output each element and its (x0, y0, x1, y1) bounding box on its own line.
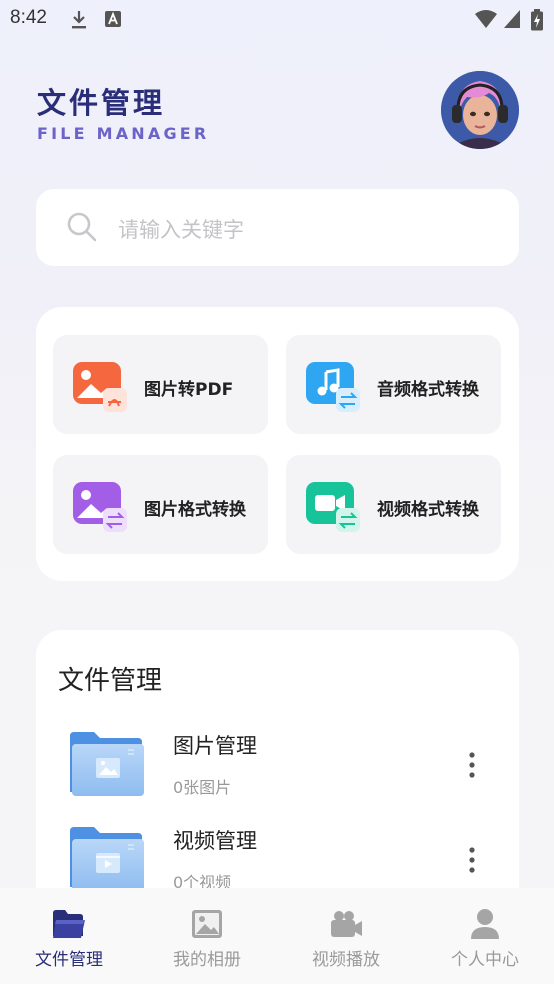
file-count: 0张图片 (173, 778, 232, 797)
image-convert-icon (73, 482, 127, 532)
nav-item-video[interactable]: 视频播放 (277, 888, 415, 984)
bottom-nav: 文件管理 我的相册 视频播放 个人中心 (0, 888, 554, 984)
avatar-image-icon (441, 71, 519, 149)
folder-icon (53, 910, 85, 938)
signal-icon (504, 10, 520, 28)
image-to-pdf-icon (73, 362, 127, 412)
tool-audio-convert[interactable]: 音频格式转换 (286, 335, 501, 434)
video-convert-icon (306, 482, 360, 532)
person-icon (471, 909, 499, 939)
nav-label: 我的相册 (173, 950, 241, 970)
avatar[interactable] (441, 71, 519, 149)
tool-label: 图片格式转换 (144, 500, 246, 520)
video-camera-icon (331, 911, 362, 937)
nav-label: 视频播放 (312, 950, 380, 970)
file-name: 图片管理 (173, 734, 257, 758)
download-icon (72, 11, 86, 29)
status-bar: 8:42 (0, 0, 554, 40)
tool-label: 视频格式转换 (377, 500, 479, 520)
search-input[interactable]: 请输入关键字 (118, 214, 244, 244)
tool-image-convert[interactable]: 图片格式转换 (53, 455, 268, 554)
audio-convert-icon (306, 362, 360, 412)
tool-video-convert[interactable]: 视频格式转换 (286, 455, 501, 554)
search-bar[interactable]: 请输入关键字 (36, 189, 519, 266)
app-title: 文件管理 (37, 86, 166, 120)
image-icon (192, 910, 222, 938)
file-row-images[interactable]: 图片管理 0张图片 (36, 730, 519, 820)
files-card: 文件管理 图片管理 0张图片 视频管理 0个视频 (36, 630, 519, 930)
file-name: 视频管理 (173, 829, 257, 853)
app-subtitle: FILE MANAGER (37, 124, 210, 143)
battery-icon (531, 9, 543, 31)
image-folder-icon (70, 732, 144, 796)
nav-label: 文件管理 (35, 950, 103, 970)
text-recognition-icon (105, 11, 121, 27)
tool-label: 音频格式转换 (377, 380, 479, 400)
wifi-icon (475, 10, 497, 28)
status-time: 8:42 (10, 7, 47, 28)
nav-label: 个人中心 (451, 950, 519, 970)
nav-item-album[interactable]: 我的相册 (138, 888, 276, 984)
tools-card: 图片转PDF 音频格式转换 图片格式转换 视频格式转换 (36, 307, 519, 581)
nav-item-profile[interactable]: 个人中心 (416, 888, 554, 984)
more-options-icon[interactable] (466, 750, 478, 780)
tool-image-to-pdf[interactable]: 图片转PDF (53, 335, 268, 434)
video-folder-icon (70, 827, 144, 891)
nav-item-files[interactable]: 文件管理 (0, 888, 138, 984)
more-options-icon[interactable] (466, 845, 478, 875)
tool-label: 图片转PDF (144, 380, 234, 400)
search-icon (67, 212, 97, 242)
files-section-title: 文件管理 (58, 666, 163, 696)
